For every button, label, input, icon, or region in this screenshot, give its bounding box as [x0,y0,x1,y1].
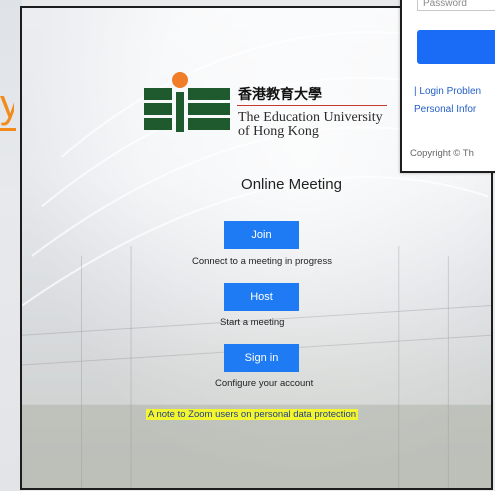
login-popup-window: Password | Login Problen Personal Infor … [400,0,495,173]
popup-sign-in-button[interactable] [417,30,495,64]
host-button[interactable]: Host [224,283,299,311]
left-margin [0,0,22,491]
sign-in-button[interactable]: Sign in [224,344,299,372]
page-title: Online Meeting [241,176,342,193]
logo-divider [237,105,387,106]
logo-english-line-2: of Hong Kong [238,124,319,139]
copyright-text: Copyright © Th [410,148,474,159]
logo-chinese-name: 香港教育大學 [238,87,322,103]
personal-info-link[interactable]: Personal Infor [414,104,476,115]
join-caption: Connect to a meeting in progress [192,256,332,267]
sign-in-caption: Configure your account [215,378,314,389]
data-protection-note-link[interactable]: A note to Zoom users on personal data pr… [146,409,359,420]
login-problem-link[interactable]: | Login Problen [414,86,481,97]
join-button[interactable]: Join [224,221,299,249]
eduhk-logo: 香港教育大學 The Education University of Hong … [142,72,392,152]
host-caption: Start a meeting [220,317,285,328]
password-field[interactable]: Password [417,0,495,11]
partial-heading-glyph: y [0,84,14,126]
orange-underline [0,128,16,131]
eduhk-emblem-icon [144,72,230,132]
